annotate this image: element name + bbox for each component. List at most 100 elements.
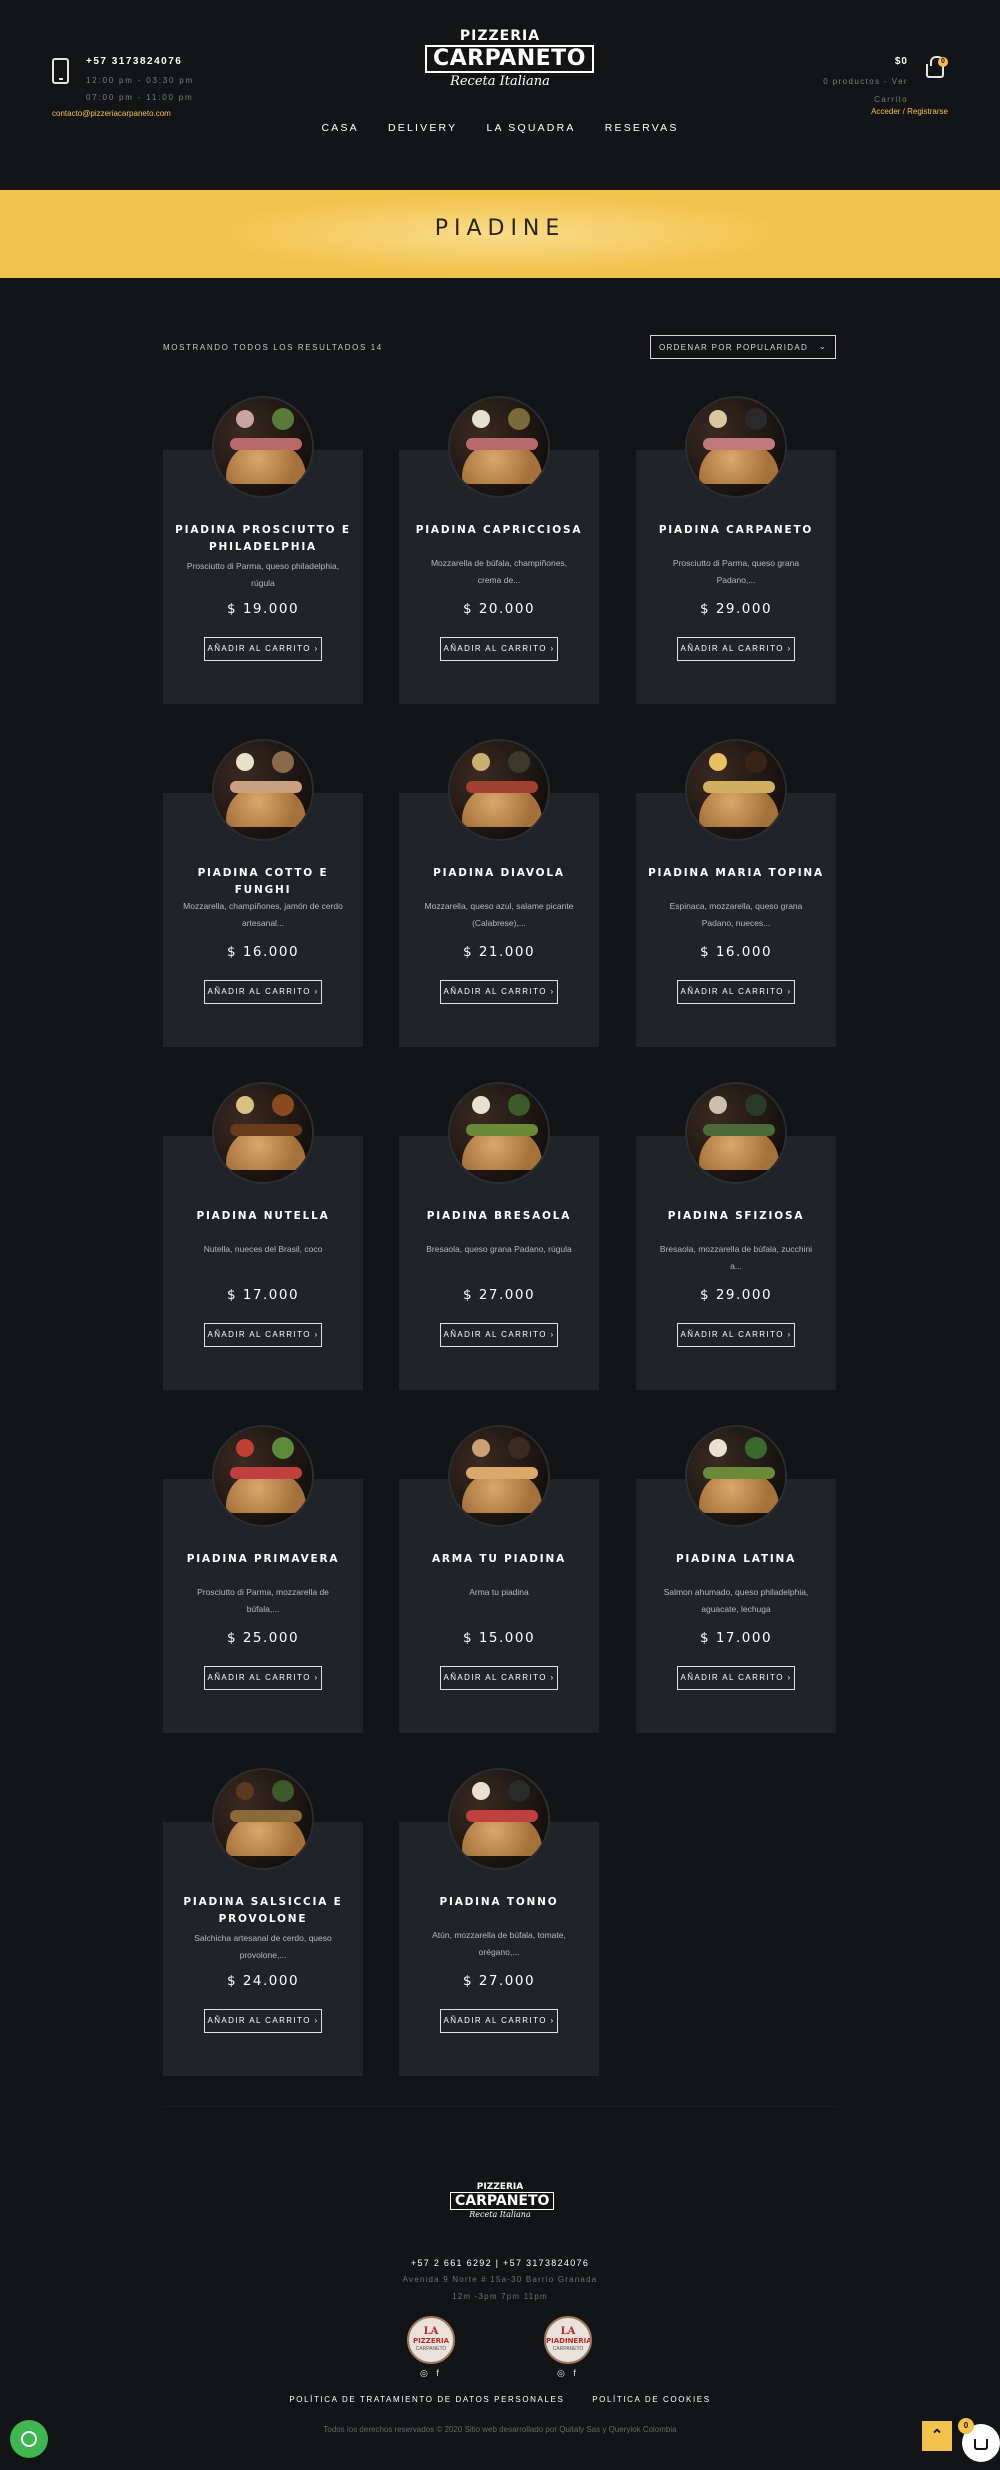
header-cart-summary[interactable]: 0 productos - Ver Carrito <box>788 73 908 109</box>
add-to-cart-button[interactable]: AÑADIR AL CARRITO › <box>677 1666 795 1690</box>
add-to-cart-button[interactable]: AÑADIR AL CARRITO › <box>204 980 322 1004</box>
product-image[interactable] <box>212 1768 314 1870</box>
add-to-cart-label: AÑADIR AL CARRITO <box>443 644 547 653</box>
product-image[interactable] <box>685 1425 787 1527</box>
header-hours-dinner: 07:00 pm - 11:00 pm <box>86 93 194 102</box>
product-card[interactable]: PIADINA LATINA Salmon ahumado, queso phil… <box>636 1425 836 1733</box>
cookies-policy-link[interactable]: POLÍTICA DE COOKIES <box>592 2395 710 2404</box>
floating-cart-button[interactable]: 0 <box>958 2418 1000 2462</box>
product-image[interactable] <box>448 1082 550 1184</box>
chevron-right-icon: › <box>783 1330 792 1339</box>
product-name[interactable]: PIADINA SFIZIOSA <box>646 1208 826 1225</box>
add-to-cart-label: AÑADIR AL CARRITO <box>207 644 311 653</box>
product-card[interactable]: ARMA TU PIADINA Arma tu piadina $ 15.000 AÑ… <box>399 1425 599 1733</box>
product-image[interactable] <box>448 396 550 498</box>
product-card[interactable]: PIADINA BRESAOLA Bresaola, queso grana Pa… <box>399 1082 599 1390</box>
product-name[interactable]: ARMA TU PIADINA <box>409 1551 589 1568</box>
product-image[interactable] <box>212 739 314 841</box>
product-image[interactable] <box>685 396 787 498</box>
product-card[interactable]: PIADINA COTTO E FUNGHI Mozzarella, champi… <box>163 739 363 1047</box>
add-to-cart-button[interactable]: AÑADIR AL CARRITO › <box>204 1666 322 1690</box>
product-card[interactable]: PIADINA DIAVOLA Mozzarella, queso azul, s… <box>399 739 599 1047</box>
add-to-cart-button[interactable]: AÑADIR AL CARRITO › <box>440 2009 558 2033</box>
product-card[interactable]: PIADINA NUTELLA Nutella, nueces del Brasi… <box>163 1082 363 1390</box>
footer-logo-line3: Receta Italiana <box>469 2210 531 2219</box>
privacy-policy-link[interactable]: POLÍTICA DE TRATAMIENTO DE DATOS PERSONA… <box>289 2395 564 2404</box>
whatsapp-icon[interactable] <box>10 2420 48 2458</box>
product-name[interactable]: PIADINA DIAVOLA <box>409 865 589 882</box>
logo-line2: CARPANETO <box>425 45 594 73</box>
product-card[interactable]: PIADINA MARIA TOPINA Espinaca, mozzarella… <box>636 739 836 1047</box>
cart-count-badge: 0 <box>938 57 948 67</box>
product-description: Nutella, nueces del Brasil, coco <box>203 1244 323 1254</box>
piadineria-badge-logo[interactable]: LA PIADINERIA CARPANETO <box>544 2316 592 2364</box>
product-name[interactable]: PIADINA TONNO <box>409 1894 589 1911</box>
product-description: Salchicha artesanal de cerdo, queso prov… <box>194 1933 332 1960</box>
nav-item-la-squadra[interactable]: LA SQUADRA <box>486 122 575 134</box>
add-to-cart-button[interactable]: AÑADIR AL CARRITO › <box>204 1323 322 1347</box>
product-name[interactable]: PIADINA COTTO E FUNGHI <box>173 865 353 899</box>
product-price: $ 20.000 <box>462 601 536 617</box>
product-name[interactable]: PIADINA NUTELLA <box>173 1208 353 1225</box>
product-name[interactable]: PIADINA SALSICCIA E PROVOLONE <box>173 1894 353 1928</box>
add-to-cart-button[interactable]: AÑADIR AL CARRITO › <box>204 2009 322 2033</box>
product-description: Mozzarella de búfala, champiñones, crema… <box>430 558 568 585</box>
page-title: PIADINE <box>434 216 566 241</box>
nav-item-reservas[interactable]: RESERVAS <box>605 122 679 134</box>
product-name[interactable]: PIADINA CAPRICCIOSA <box>409 522 589 539</box>
add-to-cart-button[interactable]: AÑADIR AL CARRITO › <box>440 637 558 661</box>
nav-item-delivery[interactable]: DELIVERY <box>388 122 457 134</box>
product-image[interactable] <box>212 396 314 498</box>
scroll-to-top-button[interactable]: ⌃ <box>922 2421 952 2451</box>
add-to-cart-button[interactable]: AÑADIR AL CARRITO › <box>677 637 795 661</box>
nav-item-casa[interactable]: CASA <box>321 122 358 134</box>
product-card[interactable]: PIADINA CAPRICCIOSA Mozzarella de búfala,… <box>399 396 599 704</box>
product-card[interactable]: PIADINA TONNO Atún, mozzarella de búfala,… <box>399 1768 599 2076</box>
product-image[interactable] <box>448 1768 550 1870</box>
product-image[interactable] <box>212 1082 314 1184</box>
product-price: $ 21.000 <box>462 944 536 960</box>
add-to-cart-button[interactable]: AÑADIR AL CARRITO › <box>677 980 795 1004</box>
product-price: $ 17.000 <box>226 1287 300 1303</box>
login-register-link[interactable]: Acceder / Registrarse <box>871 107 948 116</box>
social-icons-piadineria[interactable]: ◎ f <box>557 2368 579 2379</box>
header-phone[interactable]: +57 3173824076 <box>86 56 182 67</box>
product-name[interactable]: PIADINA LATINA <box>646 1551 826 1568</box>
product-image[interactable] <box>685 739 787 841</box>
site-header: +57 3173824076 12:00 pm - 03:30 pm 07:00… <box>0 0 1000 190</box>
header-cart-total[interactable]: $0 <box>895 56 908 67</box>
product-card[interactable]: PIADINA SALSICCIA E PROVOLONE Salchicha a… <box>163 1768 363 2076</box>
sort-select[interactable]: ORDENAR POR POPULARIDAD ⌄ <box>650 335 836 359</box>
product-name[interactable]: PIADINA BRESAOLA <box>409 1208 589 1225</box>
badge-2-line3: CARPANETO <box>552 2346 584 2352</box>
add-to-cart-button[interactable]: AÑADIR AL CARRITO › <box>204 637 322 661</box>
add-to-cart-label: AÑADIR AL CARRITO <box>207 1673 311 1682</box>
add-to-cart-button[interactable]: AÑADIR AL CARRITO › <box>440 980 558 1004</box>
social-icons-pizzeria[interactable]: ◎ f <box>420 2368 442 2379</box>
chevron-right-icon: › <box>546 987 555 996</box>
add-to-cart-button[interactable]: AÑADIR AL CARRITO › <box>440 1666 558 1690</box>
product-description: Bresaola, mozzarella de búfala, zucchini… <box>659 1244 813 1271</box>
cart-summary-line1: 0 productos - Ver <box>823 77 908 86</box>
add-to-cart-label: AÑADIR AL CARRITO <box>680 644 784 653</box>
add-to-cart-button[interactable]: AÑADIR AL CARRITO › <box>677 1323 795 1347</box>
product-image[interactable] <box>448 739 550 841</box>
product-card[interactable]: PIADINA SFIZIOSA Bresaola, mozzarella de … <box>636 1082 836 1390</box>
add-to-cart-label: AÑADIR AL CARRITO <box>207 1330 311 1339</box>
product-name[interactable]: PIADINA CARPANETO <box>646 522 826 539</box>
add-to-cart-button[interactable]: AÑADIR AL CARRITO › <box>440 1323 558 1347</box>
product-name[interactable]: PIADINA PRIMAVERA <box>173 1551 353 1568</box>
product-card[interactable]: PIADINA PROSCIUTTO E PHILADELPHIA Prosciu… <box>163 396 363 704</box>
product-card[interactable]: PIADINA CARPANETO Prosciutto di Parma, qu… <box>636 396 836 704</box>
site-logo[interactable]: PIZZERIA CARPANETO Receta Italiana <box>425 28 594 90</box>
product-name[interactable]: PIADINA MARIA TOPINA <box>646 865 826 882</box>
pizzeria-badge-logo[interactable]: LA PIZZERIA CARPANETO <box>407 2316 455 2364</box>
product-image[interactable] <box>685 1082 787 1184</box>
header-email-link[interactable]: contacto@pizzeriacarpaneto.com <box>52 109 171 118</box>
product-image[interactable] <box>448 1425 550 1527</box>
product-image[interactable] <box>212 1425 314 1527</box>
product-name[interactable]: PIADINA PROSCIUTTO E PHILADELPHIA <box>173 522 353 556</box>
product-description: Prosciutto di Parma, queso philadelphia,… <box>186 561 340 588</box>
footer-logo[interactable]: PIZZERIA CARPANETO Receta Italiana <box>450 2182 555 2219</box>
product-card[interactable]: PIADINA PRIMAVERA Prosciutto di Parma, mo… <box>163 1425 363 1733</box>
